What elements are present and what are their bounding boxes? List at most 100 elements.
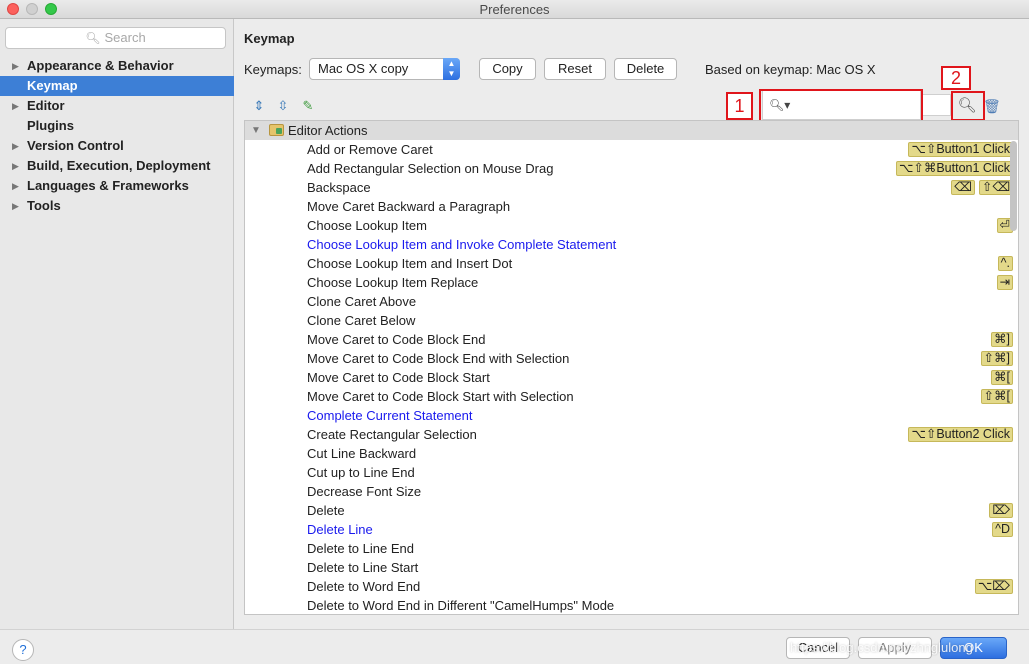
- action-row[interactable]: Clone Caret Above: [245, 292, 1018, 311]
- action-row[interactable]: Decrease Font Size: [245, 482, 1018, 501]
- sidebar-item-label: Tools: [27, 198, 61, 213]
- action-row[interactable]: Add Rectangular Selection on Mouse Drag ⌥…: [245, 159, 1018, 178]
- sidebar-item-tools[interactable]: ▶ Tools: [0, 196, 234, 216]
- action-row[interactable]: Choose Lookup Item and Insert Dot ^.: [245, 254, 1018, 273]
- action-name: Choose Lookup Item and Insert Dot: [307, 256, 513, 271]
- expand-arrow-icon[interactable]: ▶: [12, 156, 19, 176]
- action-name: Delete: [307, 503, 345, 518]
- sidebar-item-build-execution-deployment[interactable]: ▶ Build, Execution, Deployment: [0, 156, 234, 176]
- sidebar: 🔍︎ Search ▶ Appearance & Behavior Keymap ▶ Ed…: [0, 19, 234, 629]
- action-row[interactable]: Delete Line ^D: [245, 520, 1018, 539]
- expand-arrow-icon[interactable]: ▶: [12, 176, 19, 196]
- based-on-label: Based on keymap: Mac OS X: [705, 62, 876, 77]
- action-row[interactable]: Choose Lookup Item and Invoke Complete S…: [245, 235, 1018, 254]
- sidebar-item-keymap[interactable]: Keymap: [0, 76, 234, 96]
- action-name: Create Rectangular Selection: [307, 427, 477, 442]
- action-row[interactable]: Delete to Line Start: [245, 558, 1018, 577]
- shortcut-badge: ⌘[: [991, 370, 1013, 385]
- action-name: Move Caret to Code Block Start: [307, 370, 490, 385]
- action-name: Cut up to Line End: [307, 465, 415, 480]
- shortcut-badge: ⇧⌫: [978, 180, 1013, 195]
- expand-arrow-icon[interactable]: ▶: [12, 56, 19, 76]
- sidebar-item-version-control[interactable]: ▶ Version Control: [0, 136, 234, 156]
- delete-keymap-button[interactable]: Delete: [614, 58, 677, 80]
- sidebar-item-appearance-behavior[interactable]: ▶ Appearance & Behavior: [0, 56, 234, 76]
- action-name: Move Caret Backward a Paragraph: [307, 199, 511, 214]
- shortcut-badge: ⌥⇧Button1 Click: [908, 142, 1013, 157]
- filter-input-extension: [921, 94, 951, 116]
- action-name: Add Rectangular Selection on Mouse Drag: [307, 161, 554, 176]
- help-button[interactable]: ?: [12, 639, 34, 661]
- action-name: Add or Remove Caret: [307, 142, 433, 157]
- sidebar-item-label: Plugins: [27, 118, 74, 133]
- action-row[interactable]: Cut Line Backward: [245, 444, 1018, 463]
- annotation-box-1: [759, 89, 923, 123]
- sidebar-item-editor[interactable]: ▶ Editor: [0, 96, 234, 116]
- shortcut-badge: ⌥⌦: [974, 579, 1013, 594]
- shortcut-badge: ⌥⇧⌘Button1 Click: [895, 161, 1013, 176]
- shortcut-badge: ⌥⇧Button2 Click: [908, 427, 1013, 442]
- expand-arrow-icon[interactable]: ▶: [12, 196, 19, 216]
- sidebar-item-languages-frameworks[interactable]: ▶ Languages & Frameworks: [0, 176, 234, 196]
- action-row[interactable]: Complete Current Statement: [245, 406, 1018, 425]
- folder-icon: [269, 124, 284, 136]
- action-row[interactable]: Choose Lookup Item Replace ⇥: [245, 273, 1018, 292]
- shortcut-list: ⌫ ⇧⌫: [951, 180, 1013, 195]
- keymap-panel: Keymap Keymaps: Mac OS X copy ▲ ▼ Copy Re…: [235, 19, 1029, 629]
- select-stepper-icon: ▲ ▼: [443, 58, 460, 80]
- action-row[interactable]: Choose Lookup Item ⏎: [245, 216, 1018, 235]
- trash-icon[interactable]: 🗑︎: [983, 97, 1001, 115]
- shortcut-list: ⌥⌦: [974, 579, 1013, 594]
- reset-button[interactable]: Reset: [544, 58, 606, 80]
- action-name: Delete to Word End in Different "CamelHu…: [307, 598, 615, 613]
- pencil-icon[interactable]: ✎: [300, 98, 316, 114]
- tree-group-editor-actions[interactable]: ▼ Editor Actions: [245, 121, 1018, 140]
- tree-scrollbar[interactable]: [1010, 141, 1017, 231]
- sidebar-item-label: Editor: [27, 98, 65, 113]
- settings-search-input[interactable]: 🔍︎ Search: [5, 27, 226, 49]
- shortcut-list: ⌘[: [991, 370, 1013, 385]
- action-name: Choose Lookup Item: [307, 218, 427, 233]
- shortcut-list: ⌥⇧Button2 Click: [908, 427, 1013, 442]
- copy-button[interactable]: Copy: [479, 58, 536, 80]
- page-title: Keymap: [244, 31, 295, 46]
- sidebar-item-plugins[interactable]: Plugins: [0, 116, 234, 136]
- action-row[interactable]: Move Caret to Code Block Start ⌘[: [245, 368, 1018, 387]
- action-row[interactable]: Add or Remove Caret ⌥⇧Button1 Click: [245, 140, 1018, 159]
- collapse-all-icon[interactable]: ⇳: [275, 98, 291, 114]
- action-row[interactable]: Create Rectangular Selection ⌥⇧Button2 Cl…: [245, 425, 1018, 444]
- expand-arrow-icon[interactable]: ▶: [12, 96, 19, 116]
- sidebar-item-label: Languages & Frameworks: [27, 178, 189, 193]
- dialog-footer: ? Cancel Apply OK https://blog.csdn.net/…: [0, 629, 1029, 664]
- action-row[interactable]: Delete to Word End in Different "CamelHu…: [245, 596, 1018, 614]
- collapse-triangle-icon[interactable]: ▼: [251, 121, 261, 140]
- action-name: Backspace: [307, 180, 371, 195]
- action-row[interactable]: Move Caret to Code Block Start with Sele…: [245, 387, 1018, 406]
- keymaps-label: Keymaps:: [244, 62, 302, 77]
- sidebar-item-label: Appearance & Behavior: [27, 58, 174, 73]
- shortcut-badge: ^.: [997, 256, 1013, 271]
- action-row[interactable]: Cut up to Line End: [245, 463, 1018, 482]
- action-row[interactable]: Clone Caret Below: [245, 311, 1018, 330]
- action-row[interactable]: Delete ⌦: [245, 501, 1018, 520]
- action-row[interactable]: Backspace ⌫ ⇧⌫: [245, 178, 1018, 197]
- window-titlebar: Preferences: [0, 0, 1029, 19]
- action-row[interactable]: Delete to Word End ⌥⌦: [245, 577, 1018, 596]
- action-row[interactable]: Delete to Line End: [245, 539, 1018, 558]
- action-row[interactable]: Move Caret to Code Block End ⌘]: [245, 330, 1018, 349]
- shortcut-list: ⇧⌘[: [980, 389, 1013, 404]
- shortcut-list: ^D: [992, 522, 1013, 537]
- action-name: Delete Line: [307, 522, 373, 537]
- expand-all-icon[interactable]: ⇕: [251, 98, 267, 114]
- keymap-select[interactable]: Mac OS X copy ▲ ▼: [309, 58, 460, 80]
- shortcut-badge: ⇧⌘]: [980, 351, 1013, 366]
- expand-arrow-icon[interactable]: ▶: [12, 136, 19, 156]
- sidebar-item-label: Version Control: [27, 138, 124, 153]
- annotation-box-2: [951, 91, 985, 121]
- keymap-tree[interactable]: ▼ Editor Actions Add or Remove Caret ⌥⇧Bu…: [244, 120, 1019, 615]
- action-row[interactable]: Move Caret Backward a Paragraph: [245, 197, 1018, 216]
- action-name: Move Caret to Code Block End: [307, 332, 486, 347]
- shortcut-list: ⌥⇧⌘Button1 Click: [895, 161, 1013, 176]
- action-row[interactable]: Move Caret to Code Block End with Select…: [245, 349, 1018, 368]
- action-name: Move Caret to Code Block End with Select…: [307, 351, 570, 366]
